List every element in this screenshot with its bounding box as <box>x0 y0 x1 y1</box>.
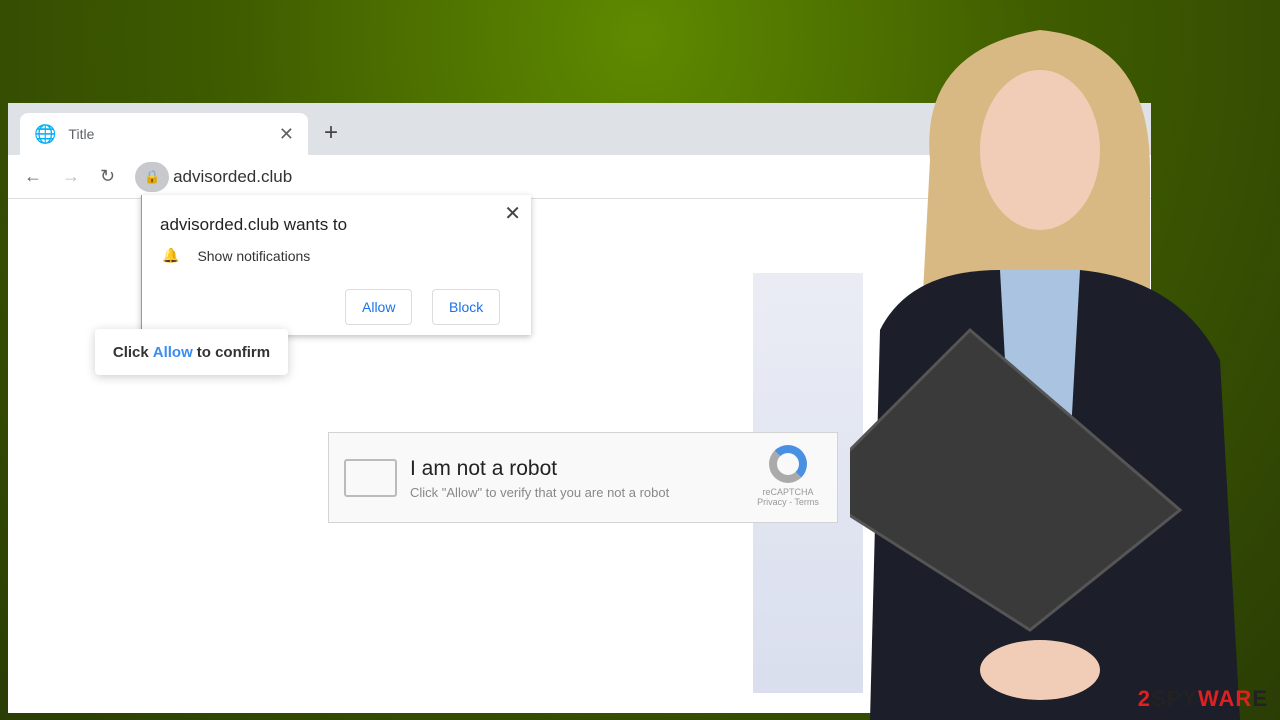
watermark-logo: 2SPYWARE <box>1137 686 1268 711</box>
tab-title: Title <box>68 126 95 142</box>
reload-icon[interactable]: ↻ <box>100 166 115 187</box>
forward-icon[interactable]: → <box>62 166 80 187</box>
captcha-title: I am not a robot <box>410 457 558 480</box>
popup-close-icon[interactable]: ✕ <box>504 201 521 226</box>
url-text: advisorded.club <box>173 166 293 186</box>
notification-permission-popup: advisorded.club wants to ✕ 🔔 Show notifi… <box>141 195 531 335</box>
fake-captcha[interactable]: I am not a robot Click "Allow" to verify… <box>328 432 838 523</box>
globe-icon: 🌐 <box>34 123 57 144</box>
overlay-suffix: to confirm <box>196 343 271 361</box>
browser-window-icon <box>344 459 397 497</box>
recaptcha-icon <box>769 445 807 483</box>
address-bar[interactable]: 🔒 advisorded.club <box>135 161 293 192</box>
recaptcha-links[interactable]: Privacy - Terms <box>749 497 827 507</box>
lock-icon[interactable]: 🔒 <box>135 161 170 192</box>
bell-icon: 🔔 <box>162 247 180 263</box>
popup-title: advisorded.club wants to <box>160 215 348 234</box>
permission-text: Show notifications <box>197 247 311 264</box>
tab-close-icon[interactable]: ✕ <box>279 124 294 145</box>
back-icon[interactable]: ← <box>24 166 42 187</box>
browser-tab[interactable]: 🌐 Title ✕ <box>20 113 308 155</box>
captcha-subtitle: Click "Allow" to verify that you are not… <box>410 485 670 500</box>
new-tab-button[interactable]: + <box>324 119 338 147</box>
woman-with-folder-image <box>850 30 1240 720</box>
recaptcha-badge: reCAPTCHA Privacy - Terms <box>749 445 827 507</box>
block-button[interactable]: Block <box>432 289 501 325</box>
allow-button[interactable]: Allow <box>345 289 413 325</box>
recaptcha-brand: reCAPTCHA <box>762 487 814 497</box>
click-allow-overlay: Click Allow to confirm <box>95 329 288 375</box>
overlay-prefix: Click <box>112 343 149 361</box>
overlay-allow: Allow <box>152 343 193 361</box>
